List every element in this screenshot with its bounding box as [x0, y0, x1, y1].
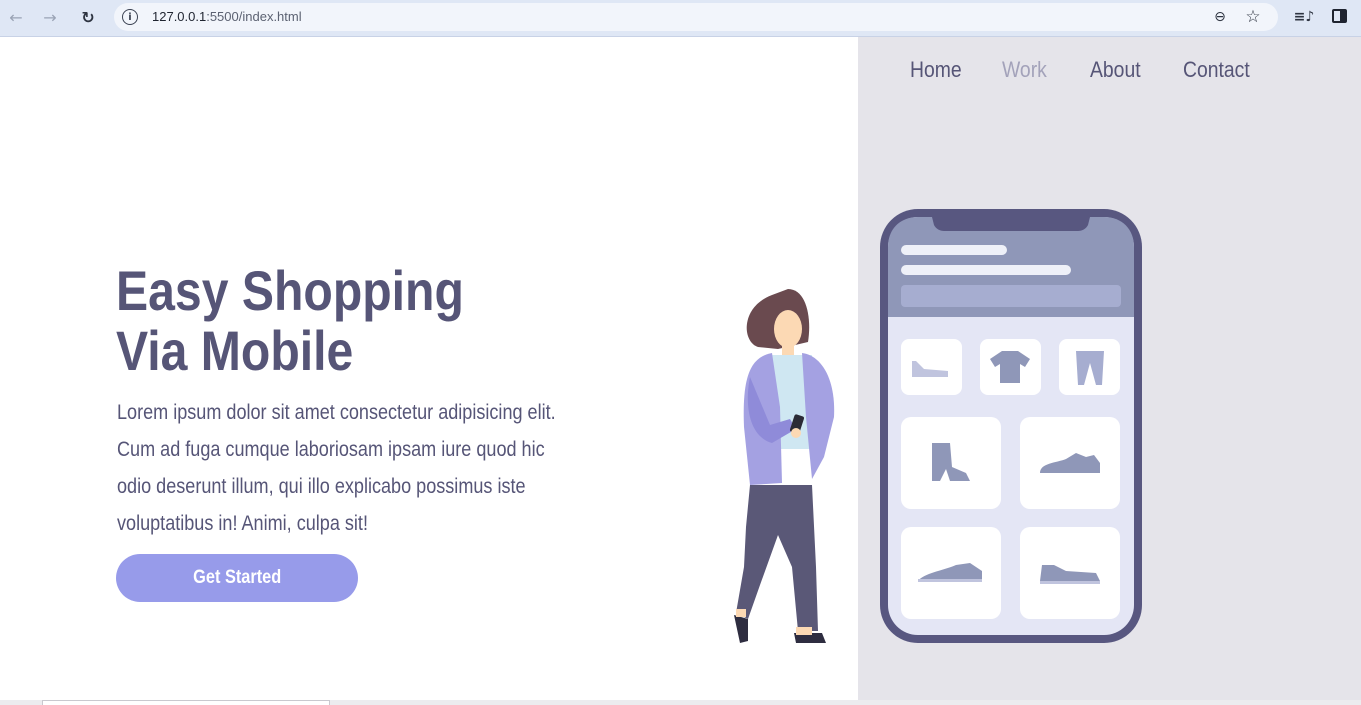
hero-title-line-2: Via Mobile — [116, 319, 354, 382]
hero-title-line-1: Easy Shopping — [116, 259, 464, 322]
hero-title: Easy Shopping Via Mobile — [116, 261, 563, 381]
bottom-strip — [0, 700, 1361, 705]
phone-mockup-illustration — [880, 209, 1142, 643]
page: Home Work About Contact Easy Shopping Vi… — [0, 37, 1361, 705]
nav-about-link[interactable]: About — [1090, 57, 1141, 83]
reload-icon[interactable]: ↻ — [76, 5, 100, 29]
url-host: 127.0.0.1 — [152, 9, 207, 24]
site-info-icon[interactable]: i — [122, 9, 138, 25]
browser-toolbar: ← → ↻ i 127.0.0.1:5500/index.html ⊖ ☆ ≡♪ — [0, 0, 1361, 37]
forward-arrow-icon[interactable]: → — [38, 5, 62, 29]
get-started-button[interactable]: Get Started — [116, 554, 358, 602]
woman-illustration — [734, 289, 835, 643]
bottom-tab-outline — [42, 700, 330, 705]
address-bar[interactable]: i 127.0.0.1:5500/index.html ⊖ ☆ — [114, 3, 1278, 31]
zoom-icon[interactable]: ⊖ — [1210, 7, 1230, 27]
media-controls-icon[interactable]: ≡♪ — [1292, 6, 1316, 28]
back-arrow-icon[interactable]: ← — [4, 5, 28, 29]
nav-home-link[interactable]: Home — [910, 57, 962, 83]
shopping-illustration — [734, 209, 1142, 643]
side-panel-icon[interactable] — [1332, 9, 1347, 23]
url-path: :5500/index.html — [206, 9, 302, 24]
nav-work-link[interactable]: Work — [1002, 57, 1047, 83]
hero-description: Lorem ipsum dolor sit amet consectetur a… — [117, 401, 556, 535]
nav-contact-link[interactable]: Contact — [1183, 57, 1250, 83]
address-url[interactable]: 127.0.0.1:5500/index.html — [152, 9, 302, 24]
get-started-label: Get Started — [192, 567, 282, 588]
bookmark-star-icon[interactable]: ☆ — [1242, 6, 1264, 28]
